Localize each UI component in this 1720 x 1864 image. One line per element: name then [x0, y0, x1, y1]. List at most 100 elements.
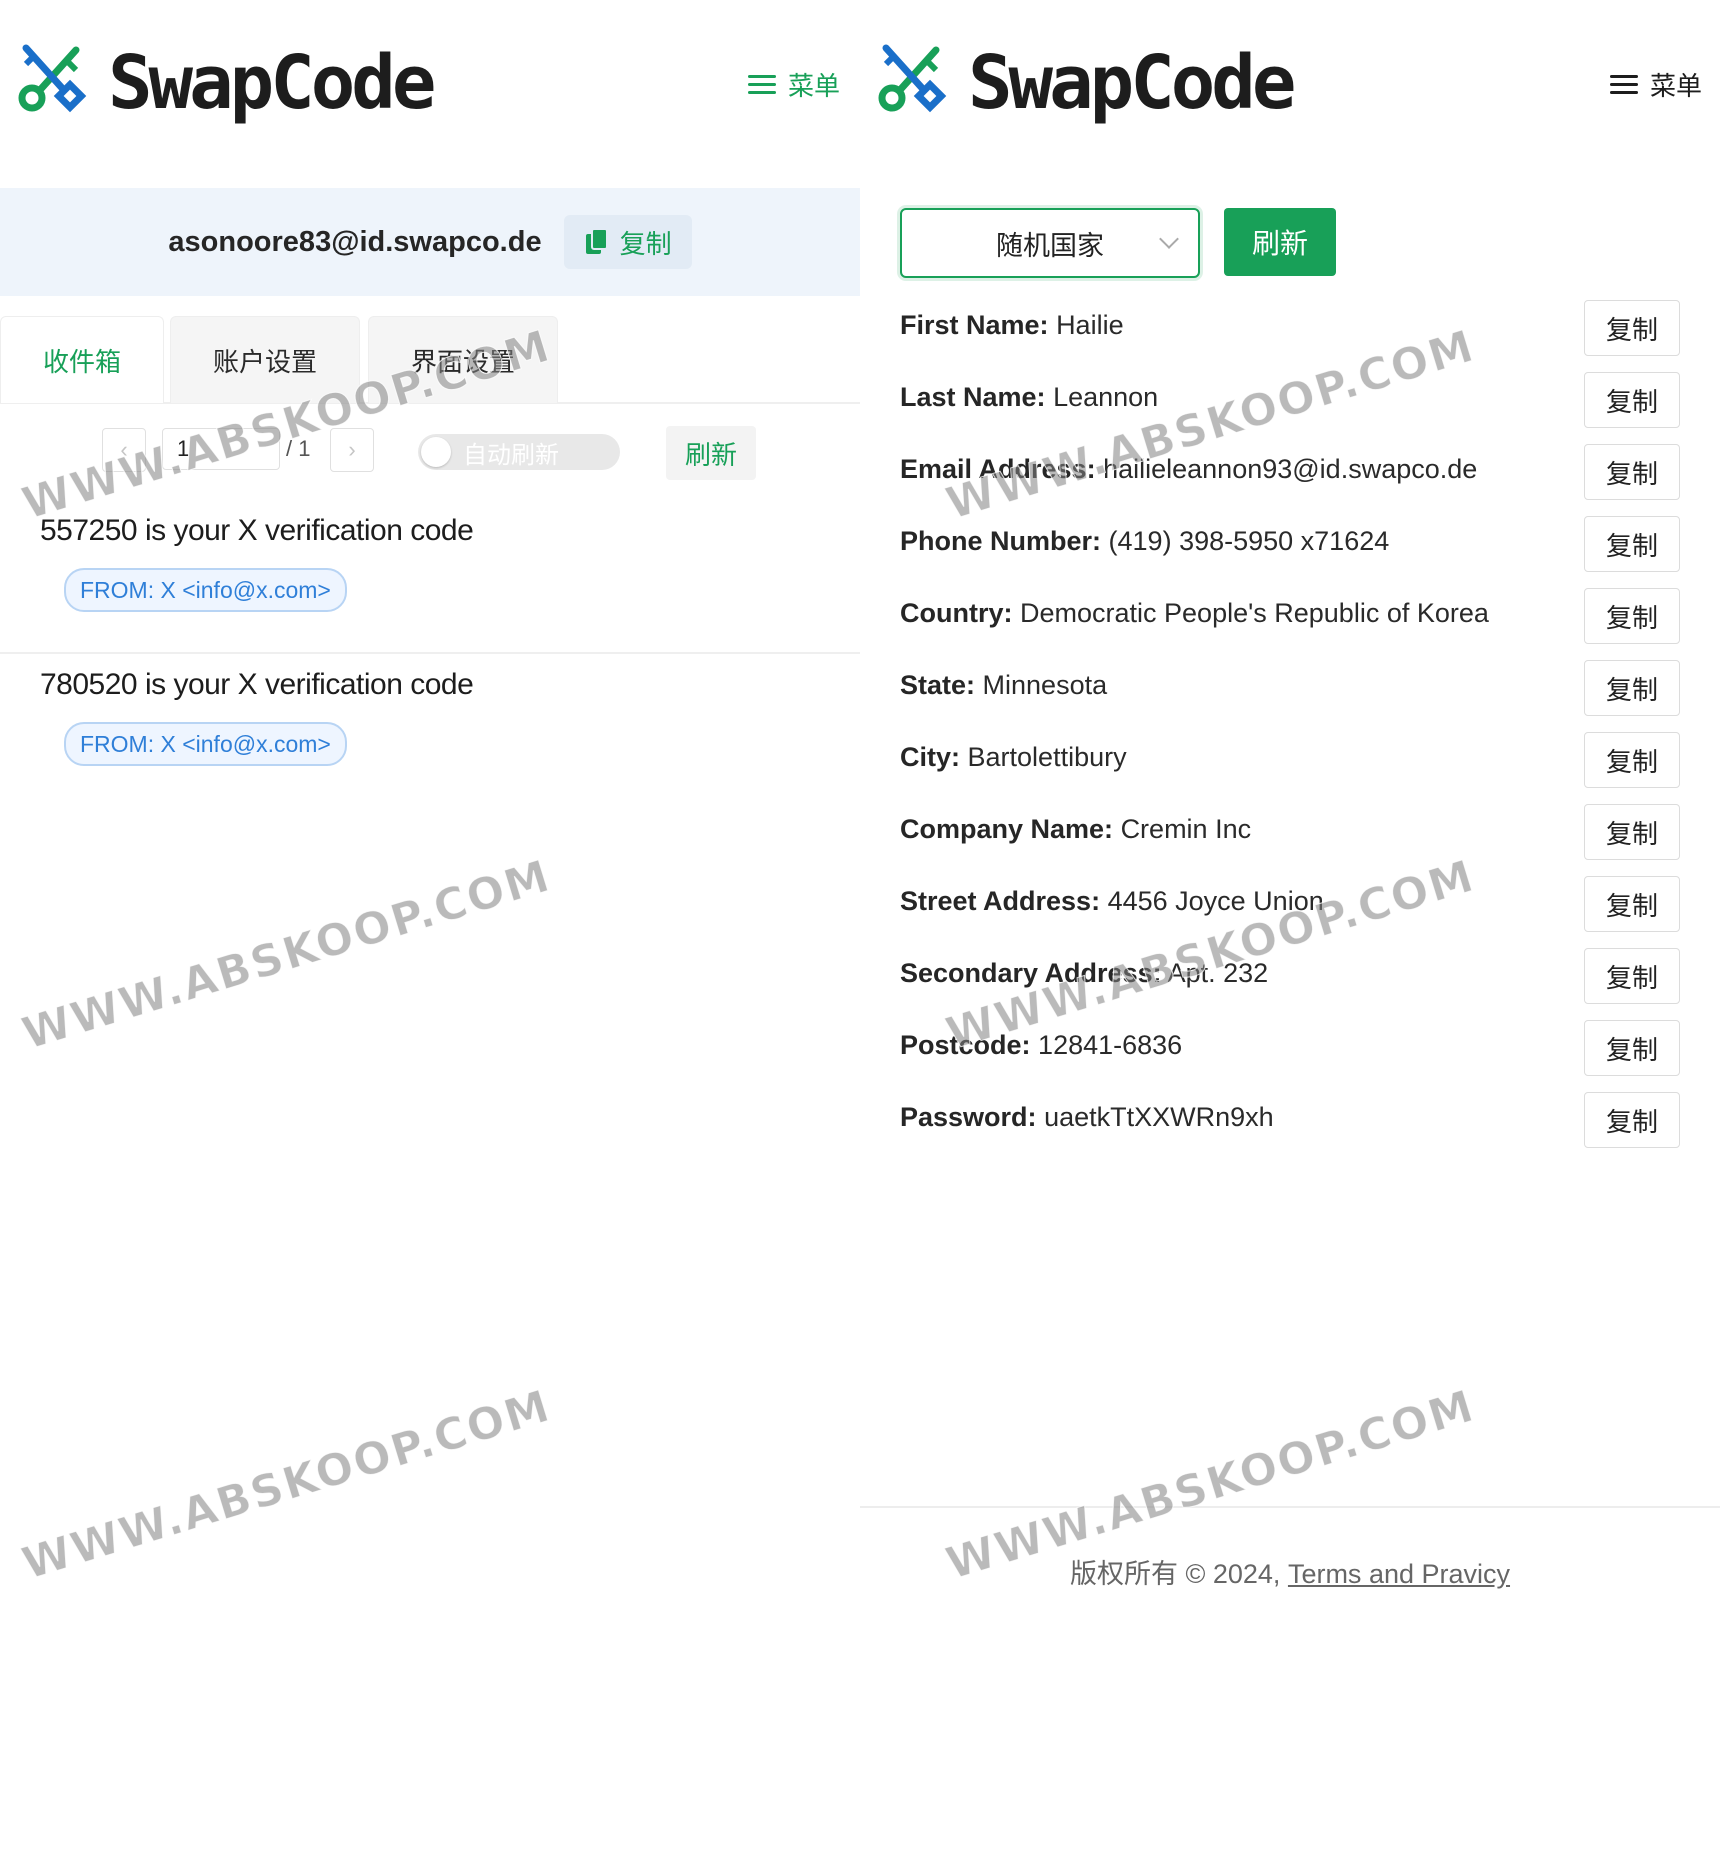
header: SwapCode 菜单 — [860, 30, 1720, 140]
copy-field-button[interactable]: 复制 — [1584, 1020, 1680, 1076]
hamburger-icon — [1609, 74, 1638, 95]
identity-field-value: Democratic People's Republic of Korea — [1020, 598, 1489, 628]
auto-refresh-toggle[interactable]: 自动刷新 — [418, 434, 620, 470]
footer: 版权所有 © 2024, Terms and Pravicy — [860, 1552, 1720, 1591]
identity-field-value: Cremin Inc — [1120, 814, 1252, 844]
identity-field-label: Password: — [900, 1102, 1037, 1132]
identity-field-text: Password: uaetkTtXXWRn9xh — [900, 1102, 1274, 1133]
identity-field-label: Last Name: — [900, 382, 1046, 412]
menu-button[interactable]: 菜单 — [747, 66, 840, 103]
identity-field-row: Company Name: Cremin Inc 复制 — [860, 800, 1720, 872]
identity-field-label: Email Address: — [900, 454, 1096, 484]
identity-field-value: Leannon — [1053, 382, 1159, 412]
identity-field-value: hailieleannon93@id.swapco.de — [1103, 454, 1478, 484]
identity-field-row: Password: uaetkTtXXWRn9xh 复制 — [860, 1088, 1720, 1160]
tab-interface-settings[interactable]: 界面设置 — [368, 316, 558, 403]
crossed-keys-logo-icon — [878, 44, 947, 113]
identity-field-text: City: Bartolettibury — [900, 742, 1127, 773]
menu-label: 菜单 — [1649, 71, 1702, 101]
crossed-keys-logo-icon — [18, 44, 87, 113]
identity-field-row: First Name: Hailie 复制 — [860, 296, 1720, 368]
identity-field-row: Secondary Address: Apt. 232 复制 — [860, 944, 1720, 1016]
menu-label: 菜单 — [787, 71, 840, 101]
copy-field-button[interactable]: 复制 — [1584, 588, 1680, 644]
identity-field-label: Phone Number: — [900, 526, 1102, 556]
identity-field-text: Postcode: 12841-6836 — [900, 1030, 1182, 1061]
identity-field-row: State: Minnesota 复制 — [860, 656, 1720, 728]
identity-field-row: Street Address: 4456 Joyce Union 复制 — [860, 872, 1720, 944]
auto-refresh-label: 自动刷新 — [463, 441, 559, 469]
copy-field-button[interactable]: 复制 — [1584, 372, 1680, 428]
identity-field-text: Country: Democratic People's Republic of… — [900, 598, 1489, 629]
identity-fields: First Name: Hailie 复制 Last Name: Leannon 复制… — [860, 296, 1720, 1160]
page-total: / 1 — [286, 436, 311, 461]
identity-field-text: First Name: Hailie — [900, 310, 1124, 341]
toggle-knob — [421, 437, 451, 467]
identity-field-row: Last Name: Leannon 复制 — [860, 368, 1720, 440]
identity-field-row: Postcode: 12841-6836 复制 — [860, 1016, 1720, 1088]
chevron-left-icon: ‹ — [120, 437, 128, 462]
prev-page-button[interactable]: ‹ — [102, 428, 146, 472]
mail-from-tag: FROM: X <info@x.com> — [64, 568, 347, 612]
copy-field-button[interactable]: 复制 — [1584, 732, 1680, 788]
copy-field-button[interactable]: 复制 — [1584, 804, 1680, 860]
hamburger-icon — [747, 74, 776, 95]
copy-field-button[interactable]: 复制 — [1584, 516, 1680, 572]
identity-field-text: State: Minnesota — [900, 670, 1107, 701]
terms-link[interactable]: Terms and Pravicy — [1288, 1559, 1510, 1589]
identity-field-value: Hailie — [1056, 310, 1124, 340]
identity-field-label: Company Name: — [900, 814, 1114, 844]
right-screen: SwapCode 菜单 随机国家 刷新 First Name: Hailie 复制… — [860, 0, 1720, 1864]
header: SwapCode 菜单 — [0, 30, 860, 140]
tab-bar: 收件箱 账户设置 界面设置 — [0, 316, 860, 404]
identity-field-row: Country: Democratic People's Republic of… — [860, 584, 1720, 656]
identity-field-label: First Name: — [900, 310, 1049, 340]
copy-field-button[interactable]: 复制 — [1584, 660, 1680, 716]
email-address: asonoore83@id.swapco.de — [168, 225, 542, 258]
copy-field-button[interactable]: 复制 — [1584, 300, 1680, 356]
tab-inbox[interactable]: 收件箱 — [0, 316, 164, 403]
mail-item[interactable]: 780520 is your X verification code FROM:… — [0, 654, 860, 806]
identity-field-value: Apt. 232 — [1167, 958, 1269, 988]
refresh-identity-button[interactable]: 刷新 — [1224, 208, 1336, 276]
menu-button[interactable]: 菜单 — [1609, 66, 1702, 103]
country-select-value: 随机国家 — [996, 230, 1104, 261]
identity-field-text: Street Address: 4456 Joyce Union — [900, 886, 1324, 917]
copy-label: 复制 — [619, 228, 672, 259]
brand-name: SwapCode — [108, 40, 436, 126]
footer-divider — [860, 1506, 1720, 1508]
copy-field-button[interactable]: 复制 — [1584, 948, 1680, 1004]
identity-field-row: Email Address: hailieleannon93@id.swapco… — [860, 440, 1720, 512]
refresh-inbox-button[interactable]: 刷新 — [666, 426, 756, 480]
country-select[interactable]: 随机国家 — [900, 208, 1200, 278]
identity-field-label: Street Address: — [900, 886, 1101, 916]
chevron-right-icon: › — [348, 437, 356, 462]
identity-field-label: Postcode: — [900, 1030, 1031, 1060]
brand-name: SwapCode — [968, 40, 1296, 126]
footer-copyright: 版权所有 © 2024, — [1069, 1559, 1288, 1589]
email-bar: asonoore83@id.swapco.de 复制 — [0, 188, 860, 296]
page-input[interactable]: 1 — [162, 428, 280, 470]
copy-email-button[interactable]: 复制 — [563, 215, 692, 269]
mail-list: 557250 is your X verification code FROM:… — [0, 500, 860, 806]
tab-account-settings[interactable]: 账户设置 — [170, 316, 360, 403]
identity-field-text: Last Name: Leannon — [900, 382, 1158, 413]
copy-field-button[interactable]: 复制 — [1584, 876, 1680, 932]
identity-field-value: Minnesota — [982, 670, 1108, 700]
identity-field-label: Secondary Address: — [900, 958, 1162, 988]
identity-field-value: 12841-6836 — [1038, 1030, 1183, 1060]
left-screen: SwapCode 菜单 asonoore83@id.swapco.de 复制 收… — [0, 0, 860, 1864]
identity-field-label: State: — [900, 670, 976, 700]
identity-field-text: Company Name: Cremin Inc — [900, 814, 1251, 845]
identity-field-label: Country: — [900, 598, 1013, 628]
identity-field-row: City: Bartolettibury 复制 — [860, 728, 1720, 800]
mail-item[interactable]: 557250 is your X verification code FROM:… — [0, 500, 860, 654]
mail-subject: 557250 is your X verification code — [40, 514, 474, 547]
mail-subject: 780520 is your X verification code — [40, 668, 474, 701]
identity-field-text: Secondary Address: Apt. 232 — [900, 958, 1268, 989]
inbox-toolbar: ‹ 1 / 1 › 自动刷新 刷新 — [0, 426, 860, 482]
mail-from-tag: FROM: X <info@x.com> — [64, 722, 347, 766]
next-page-button[interactable]: › — [330, 428, 374, 472]
copy-field-button[interactable]: 复制 — [1584, 1092, 1680, 1148]
copy-field-button[interactable]: 复制 — [1584, 444, 1680, 500]
